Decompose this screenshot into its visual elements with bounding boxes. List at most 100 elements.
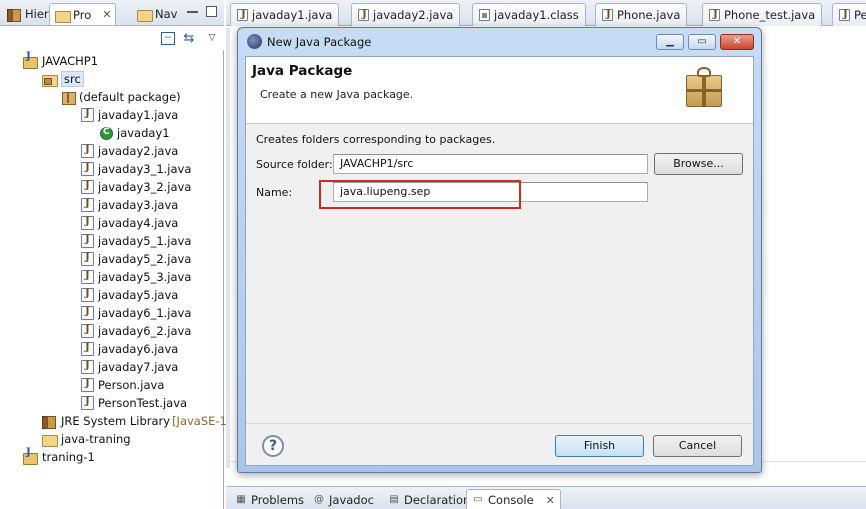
tree-file[interactable]: javaday5_2.java: [81, 250, 191, 268]
maximize-view-icon[interactable]: [206, 6, 217, 17]
tree-label: src: [61, 71, 84, 87]
navigator-icon: [136, 7, 153, 22]
hierarchy-icon: [6, 7, 22, 22]
maximize-button[interactable]: ▭: [688, 34, 716, 50]
tree-label: javaday6_2.java: [98, 324, 192, 338]
tree-file[interactable]: javaday1.java: [81, 106, 178, 124]
minimize-button[interactable]: ▁: [656, 34, 684, 50]
class-icon: [100, 126, 113, 140]
tab-package-explorer[interactable]: Pro ✕: [49, 3, 117, 25]
tree-file[interactable]: javaday5_3.java: [81, 268, 191, 286]
tree-file[interactable]: javaday3.java: [81, 196, 178, 214]
java-file-icon: [237, 9, 248, 21]
tree-file[interactable]: javaday6_1.java: [81, 304, 191, 322]
dialog-titlebar[interactable]: New Java Package ▁ ▭ ✕: [238, 28, 761, 54]
tree-file[interactable]: javaday6.java: [81, 340, 178, 358]
cancel-button[interactable]: Cancel: [653, 435, 742, 457]
tab-navigator[interactable]: Nav: [132, 3, 181, 25]
tree-default-package[interactable]: (default package): [61, 88, 181, 106]
tree-project-traning-1[interactable]: traning-1: [22, 447, 95, 466]
package-box-strap: [686, 89, 722, 92]
declaration-icon: ▤: [389, 493, 399, 505]
java-file-icon: [81, 198, 94, 212]
tab-navigator-label: Nav: [155, 7, 178, 21]
tree-file[interactable]: javaday6_2.java: [81, 322, 191, 340]
java-file-icon: [81, 144, 94, 158]
tree-file[interactable]: Person.java: [81, 376, 164, 394]
tree-label: javaday5.java: [98, 288, 179, 302]
tab-javadoc[interactable]: @ Javadoc: [308, 489, 379, 509]
tree-class-node[interactable]: javaday1: [100, 124, 170, 142]
java-file-icon: [81, 162, 94, 176]
tree-file[interactable]: javaday3_1.java: [81, 160, 191, 178]
tab-problems[interactable]: ▦ Problems: [230, 489, 309, 509]
java-file-icon: [81, 180, 94, 194]
source-folder-label: Source folder:: [256, 158, 333, 171]
close-icon[interactable]: ✕: [546, 494, 555, 507]
tab-declaration[interactable]: ▤ Declaration: [383, 489, 475, 509]
java-project-icon: [22, 447, 38, 465]
eclipse-icon: [247, 34, 262, 49]
tree-label: javaday6_1.java: [98, 306, 192, 320]
editor-tab-label: Pe: [854, 8, 866, 22]
java-file-icon: [81, 270, 94, 284]
tab-editor-phone-java[interactable]: Phone.java: [595, 3, 688, 26]
browse-button[interactable]: Browse...: [654, 153, 743, 175]
tree-project-javachp1[interactable]: JAVACHP1: [22, 51, 99, 70]
close-icon[interactable]: ✕: [102, 8, 111, 21]
problems-icon: ▦: [236, 493, 246, 505]
tree-label: javaday4.java: [98, 216, 179, 230]
java-file-icon: [81, 252, 94, 266]
finish-button[interactable]: Finish: [555, 435, 644, 457]
view-toolbar: − ⇆ ▽: [0, 26, 224, 50]
tree-file[interactable]: javaday7.java: [81, 358, 178, 376]
tab-console[interactable]: ▭ Console ✕: [466, 489, 561, 509]
class-file-icon: [479, 9, 490, 21]
collapse-all-icon[interactable]: −: [161, 32, 175, 45]
tree-file[interactable]: javaday4.java: [81, 214, 178, 232]
java-file-icon: [81, 360, 94, 374]
tree-label: JRE System Library: [61, 414, 171, 428]
tree-label: javaday1.java: [98, 108, 179, 122]
tab-javadoc-label: Javadoc: [329, 492, 374, 507]
tree-file[interactable]: javaday5_1.java: [81, 232, 191, 250]
link-with-editor-icon[interactable]: ⇆: [182, 32, 196, 45]
tab-editor-javaday1-java[interactable]: javaday1.java: [230, 3, 340, 26]
tree-src-folder[interactable]: src: [41, 70, 84, 88]
dialog-title: New Java Package: [267, 35, 372, 49]
highlight-annotation: [319, 180, 521, 209]
minimize-view-icon[interactable]: [187, 11, 198, 13]
tree-jre-library[interactable]: JRE System Library [JavaSE-1.6: [41, 412, 238, 430]
close-button[interactable]: ✕: [720, 34, 754, 50]
tab-hierarchy-label: Hier: [25, 7, 49, 21]
editor-ruler: [226, 28, 230, 468]
tree-folder-java-traning[interactable]: java-traning: [41, 430, 131, 448]
view-menu-icon[interactable]: ▽: [205, 32, 219, 45]
library-icon: [41, 414, 57, 429]
console-icon: ▭: [473, 494, 483, 505]
tab-editor-javaday1-class[interactable]: javaday1.class: [472, 3, 586, 26]
tree-file[interactable]: javaday3_2.java: [81, 178, 191, 196]
tab-editor-phone-test-java[interactable]: Phone_test.java: [702, 3, 823, 26]
tab-editor-javaday2-java[interactable]: javaday2.java: [351, 3, 461, 26]
tree-label: JAVACHP1: [42, 54, 99, 68]
tree-file[interactable]: javaday5.java: [81, 286, 178, 304]
java-file-icon: [81, 378, 94, 392]
tab-hierarchy[interactable]: Hier: [2, 3, 53, 25]
package-box-icon: [686, 67, 722, 109]
tab-console-label: Console: [488, 493, 534, 507]
source-folder-input[interactable]: JAVACHP1/src: [333, 154, 648, 174]
package-explorer-icon: [54, 8, 71, 23]
tree-file[interactable]: PersonTest.java: [81, 394, 187, 412]
editor-tabs: javaday1.java javaday2.java javaday1.cla…: [226, 0, 866, 26]
tree-label: javaday1: [117, 126, 170, 140]
package-box-bow: [697, 67, 711, 77]
tab-editor-person[interactable]: Pe: [832, 3, 866, 26]
tree-label: javaday3_1.java: [98, 162, 192, 176]
tree-label: javaday5_3.java: [98, 270, 192, 284]
tree-label: javaday5_2.java: [98, 252, 192, 266]
tree-file[interactable]: javaday2.java: [81, 142, 178, 160]
help-icon[interactable]: ?: [262, 435, 284, 457]
wizard-description: Create a new Java package.: [260, 88, 414, 101]
wizard-title: Java Package: [252, 63, 353, 79]
